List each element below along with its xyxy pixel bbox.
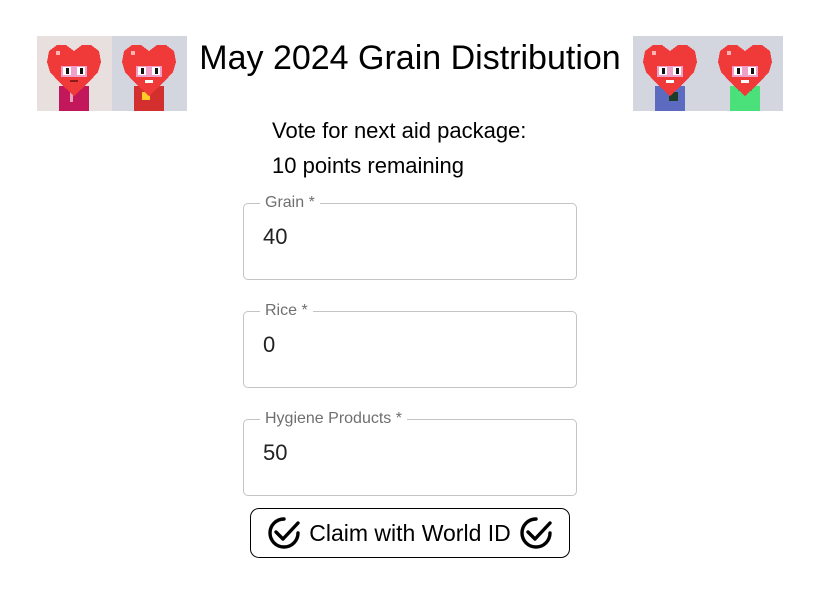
hygiene-products-input[interactable] (263, 438, 553, 468)
heart-character-icon (633, 36, 708, 111)
grain-input[interactable] (263, 222, 553, 252)
world-id-check-icon (267, 516, 301, 550)
world-id-check-icon (519, 516, 553, 550)
header: May 2024 Grain Distribution (0, 36, 822, 111)
rice-input[interactable] (263, 330, 553, 360)
grain-field-label: Grain * (265, 194, 315, 211)
grain-field: Grain * (243, 194, 577, 280)
page-title: May 2024 Grain Distribution (199, 39, 621, 77)
points-remaining: 10 points remaining (272, 153, 465, 178)
rice-field-label: Rice * (265, 302, 308, 319)
vote-prompt: Vote for next aid package: (272, 118, 527, 143)
heart-character-icon (112, 36, 187, 111)
claim-button-label: Claim with World ID (309, 519, 511, 546)
hygiene-products-field-label: Hygiene Products * (265, 410, 402, 427)
claim-with-world-id-button[interactable]: Claim with World ID (250, 508, 570, 558)
heart-character-icon (708, 36, 783, 111)
rice-field: Rice * (243, 302, 577, 388)
hygiene-products-field: Hygiene Products * (243, 410, 577, 496)
heart-character-icon (37, 36, 112, 111)
